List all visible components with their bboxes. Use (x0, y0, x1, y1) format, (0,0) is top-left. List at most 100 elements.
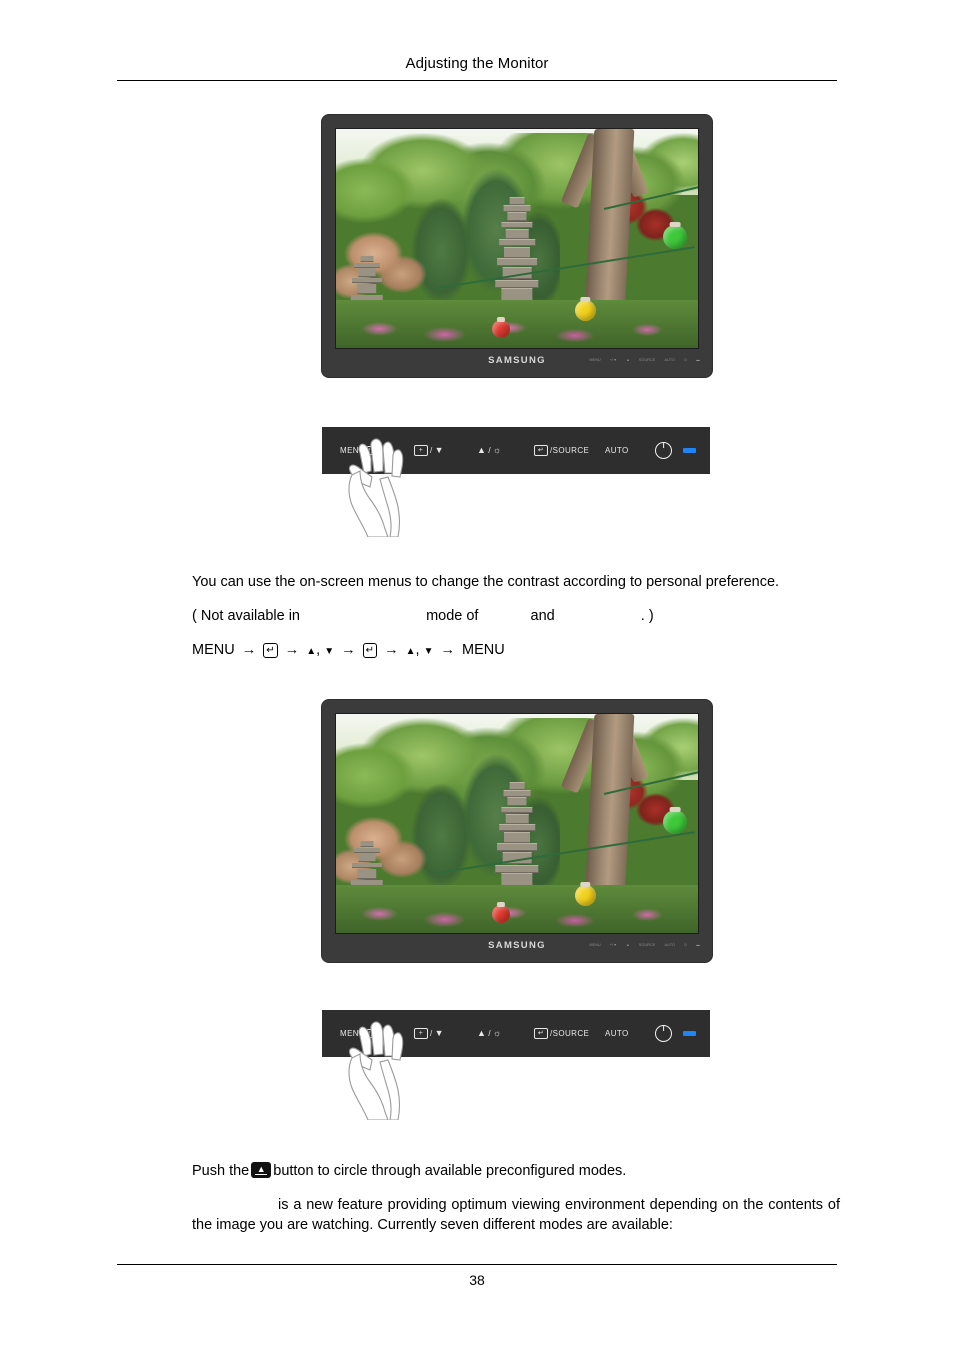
monitor-bezel-bottom-bottom: SAMSUNG MENU +/▼ ▲ SOURCE AUTO ⏻ ▬ (322, 935, 712, 962)
power-led-bottom (683, 1031, 696, 1036)
lantern-red (491, 319, 510, 338)
monitor-illustration-bottom: SAMSUNG MENU +/▼ ▲ SOURCE AUTO ⏻ ▬ (322, 700, 712, 962)
source-button-bottom[interactable]: ↵ /SOURCE (534, 1028, 589, 1039)
slash-3: / (430, 1029, 433, 1038)
nav-menu-end: MENU (462, 642, 505, 658)
bezel-mini-label-down-2: +/▼ (609, 943, 618, 947)
sun-brightness-icon-2: ☼ (492, 1028, 502, 1038)
source-button-top[interactable]: ↵ /SOURCE (534, 445, 589, 456)
power-icon (655, 442, 672, 459)
slash-4: / (488, 1029, 491, 1038)
auto-button-bottom[interactable]: AUTO (605, 1029, 629, 1038)
menu-button-label-2: MENU (340, 1029, 366, 1038)
plus-box-icon-2: + (414, 1028, 428, 1039)
nav-arrow-5: → (440, 642, 456, 658)
nav-down-icon-1: ▼ (324, 646, 335, 657)
bezel-mini-label-menu: MENU (589, 358, 601, 362)
source-label-2: /SOURCE (550, 1029, 590, 1038)
contrast-navigation-path: MENU → ↵ → ▲, ▼ → ↵ → ▲, ▼ → MENU (192, 640, 840, 662)
down-button-top[interactable]: + / ▼ (414, 445, 444, 456)
nav-comma-2: , (415, 642, 420, 658)
nav-menu-start: MENU (192, 642, 235, 658)
monitor-screen-top (335, 128, 699, 349)
enter-key-icon-2: ↵ (362, 643, 378, 658)
slash-1: / (430, 446, 433, 455)
triangle-down-icon: ▼ (434, 445, 444, 455)
page-number: 38 (469, 1272, 485, 1288)
menu-bars-icon (367, 446, 379, 455)
magicbright-button-icon (251, 1162, 272, 1178)
nav-arrow-1: → (241, 642, 257, 658)
contrast-note-line: ( Not available in mode of and . ) (192, 606, 840, 626)
menu-button-top[interactable]: MENU (340, 446, 379, 455)
stone-pagoda-center (495, 196, 539, 315)
magicbright-description: is a new feature providing optimum viewi… (192, 1195, 840, 1235)
garden-scene-artwork (336, 129, 698, 348)
nav-arrow-3: → (341, 642, 356, 658)
bezel-mini-controls-2: MENU +/▼ ▲ SOURCE AUTO ⏻ ▬ (589, 943, 700, 947)
nav-comma-1: , (316, 642, 321, 658)
bezel-mini-label-led-2: ▬ (696, 943, 700, 947)
nav-arrow-4: → (384, 642, 399, 658)
bezel-mini-label-menu-2: MENU (589, 943, 601, 947)
power-led-top (683, 448, 696, 453)
page-title: Adjusting the Monitor (405, 55, 549, 72)
push-prefix-text: Push the (192, 1163, 250, 1179)
lantern-green-2 (663, 810, 688, 835)
push-button-instruction: Push the button to circle through availab… (192, 1161, 840, 1181)
monitor-bezel-bottom-top: SAMSUNG MENU +/▼ ▲ SOURCE AUTO ⏻ ▬ (322, 350, 712, 377)
auto-label: AUTO (605, 446, 629, 455)
menu-button-bottom[interactable]: MENU (340, 1029, 379, 1038)
menu-button-label: MENU (340, 446, 366, 455)
triangle-up-icon: ▲ (477, 445, 487, 455)
triangle-down-icon-2: ▼ (434, 1028, 444, 1038)
up-brightness-button-top[interactable]: ▲ / ☼ (477, 445, 502, 456)
bezel-mini-label-power: ⏻ (684, 358, 688, 362)
lantern-green (663, 225, 688, 250)
source-label: /SOURCE (550, 446, 590, 455)
bezel-mini-label-source: SOURCE (638, 358, 656, 362)
header-divider (117, 80, 837, 81)
nav-arrow-2: → (284, 642, 300, 658)
slash-2: / (488, 446, 491, 455)
bezel-mini-label-led: ▬ (696, 358, 700, 362)
note-mid-text: mode of (426, 608, 479, 624)
push-suffix-text: button to circle through available preco… (273, 1163, 627, 1179)
control-panel-top: MENU + / ▼ ▲ / ☼ ↵ /SOURCE AUTO (322, 427, 710, 537)
triangle-up-icon-2: ▲ (477, 1028, 487, 1038)
nav-up-icon-1: ▲ (306, 646, 317, 657)
control-panel-bottom: MENU + / ▼ ▲ / ☼ ↵ /SOURCE AUTO (322, 1010, 710, 1120)
monitor-illustration-top: SAMSUNG MENU +/▼ ▲ SOURCE AUTO ⏻ ▬ (322, 115, 712, 377)
power-button-bottom[interactable] (655, 1025, 672, 1042)
page-header: Adjusting the Monitor (117, 55, 837, 73)
sun-brightness-icon: ☼ (492, 445, 502, 455)
down-button-bottom[interactable]: + / ▼ (414, 1028, 444, 1039)
bezel-mini-controls: MENU +/▼ ▲ SOURCE AUTO ⏻ ▬ (589, 358, 700, 362)
contrast-paragraph-1: You can use the on-screen menus to chang… (192, 572, 840, 592)
bezel-mini-label-up-2: ▲ (626, 943, 630, 947)
note-and-text: and (530, 608, 555, 624)
menu-bars-icon-2 (367, 1029, 379, 1038)
auto-button-top[interactable]: AUTO (605, 446, 629, 455)
nav-up-icon-2: ▲ (405, 646, 416, 657)
enter-box-icon: ↵ (534, 445, 548, 456)
bezel-mini-label-down: +/▼ (609, 358, 618, 362)
lantern-yellow (574, 299, 596, 321)
lantern-red-2 (491, 904, 510, 923)
note-prefix-text: ( Not available in (192, 608, 300, 624)
up-brightness-button-bottom[interactable]: ▲ / ☼ (477, 1028, 502, 1039)
plus-box-icon: + (414, 445, 428, 456)
magicbright-description-text: is a new feature providing optimum viewi… (192, 1197, 840, 1233)
power-led-indicator-icon (683, 448, 696, 453)
auto-label-2: AUTO (605, 1029, 629, 1038)
enter-key-icon-1: ↵ (263, 643, 278, 658)
note-suffix-text: . ) (640, 608, 654, 624)
bezel-mini-label-source-2: SOURCE (638, 943, 656, 947)
monitor-screen-bottom (335, 713, 699, 934)
nav-down-icon-2: ▼ (423, 646, 434, 657)
bezel-mini-label-auto: AUTO (664, 358, 676, 362)
bezel-mini-label-auto-2: AUTO (664, 943, 676, 947)
flower-bed (336, 299, 698, 348)
power-button-top[interactable] (655, 442, 672, 459)
contrast-description-text: You can use the on-screen menus to chang… (192, 574, 780, 590)
